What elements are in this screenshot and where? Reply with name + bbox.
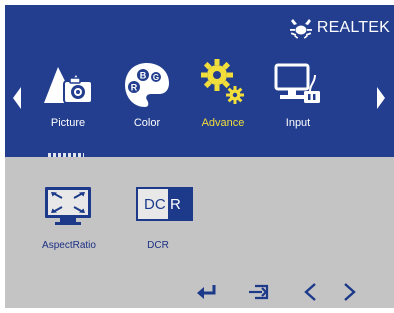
dcr-icon-text-right: R <box>170 196 181 213</box>
picture-icon <box>44 67 93 104</box>
submenu-item-aspectratio[interactable]: AspectRatio <box>30 185 108 255</box>
menu-item-picture[interactable]: Picture <box>30 57 106 139</box>
menu-label-picture: Picture <box>50 117 86 129</box>
exit-icon[interactable] <box>246 281 272 303</box>
submenu-label-dcr: DCR <box>147 240 169 251</box>
dcr-icon: DC R <box>136 187 193 221</box>
main-menu-bar: REALTEK Picture B R G Color Advance Inpu… <box>5 5 394 157</box>
svg-text:R: R <box>131 83 138 93</box>
monitor-input-icon <box>274 63 320 103</box>
page-indicator <box>48 153 84 157</box>
svg-text:B: B <box>140 71 147 81</box>
triangle-right-icon[interactable] <box>377 87 385 109</box>
menu-label-input: Input <box>285 117 311 129</box>
triangle-left-icon[interactable] <box>13 87 21 109</box>
dcr-icon-text-left: DC <box>144 196 166 213</box>
realtek-crab-logo-icon <box>289 19 312 39</box>
submenu-label-aspectratio: AspectRatio <box>42 240 96 251</box>
menu-item-input[interactable]: Input <box>260 57 336 139</box>
menu-item-advance[interactable]: Advance <box>185 57 261 139</box>
aspect-ratio-icon <box>45 187 91 225</box>
chevron-right-icon[interactable] <box>336 281 362 303</box>
chevron-left-icon[interactable] <box>298 281 324 303</box>
menu-label-color: Color <box>133 117 161 129</box>
svg-text:G: G <box>153 73 159 82</box>
palette-icon: B R G <box>125 63 169 107</box>
enter-icon[interactable] <box>194 281 220 303</box>
osd-menu: REALTEK Picture B R G Color Advance Inpu… <box>5 5 394 308</box>
gears-icon <box>201 59 244 104</box>
menu-label-advance: Advance <box>201 117 245 129</box>
submenu-item-dcr[interactable]: DC R DCR <box>119 185 197 255</box>
brand: REALTEK <box>289 16 390 40</box>
brand-name: REALTEK <box>316 19 390 36</box>
menu-item-color[interactable]: B R G Color <box>109 57 185 139</box>
